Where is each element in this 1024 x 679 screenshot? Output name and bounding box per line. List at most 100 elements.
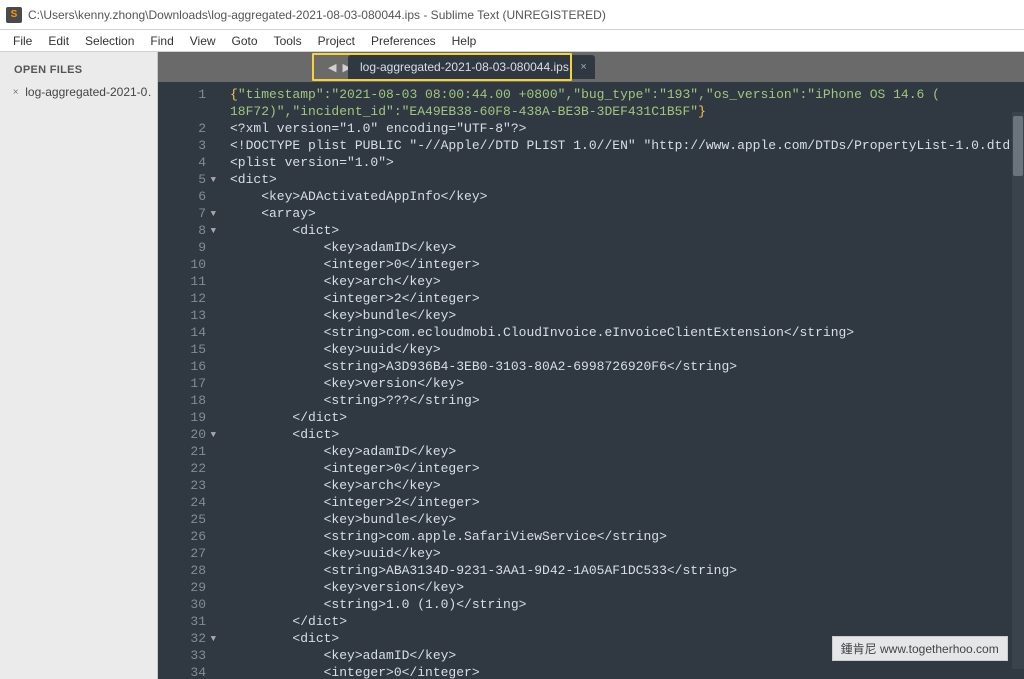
fold-icon[interactable]: ▼ [211, 172, 216, 189]
code-area[interactable]: {"timestamp":"2021-08-03 08:00:44.00 +08… [214, 82, 1024, 679]
code-line[interactable]: <key>uuid</key> [230, 341, 1024, 358]
code-line[interactable]: <dict> [230, 222, 1024, 239]
open-file-label: log-aggregated-2021-0… [25, 85, 151, 99]
code-line[interactable]: </dict> [230, 409, 1024, 426]
line-number: 1 [158, 86, 206, 103]
line-number: 30 [158, 596, 206, 613]
code-line[interactable]: <key>uuid</key> [230, 545, 1024, 562]
menu-selection[interactable]: Selection [78, 32, 141, 50]
code-line[interactable]: <?xml version="1.0" encoding="UTF-8"?> [230, 120, 1024, 137]
menu-find[interactable]: Find [143, 32, 180, 50]
window-title: C:\Users\kenny.zhong\Downloads\log-aggre… [28, 8, 606, 22]
menu-file[interactable]: File [6, 32, 39, 50]
menubar: FileEditSelectionFindViewGotoToolsProjec… [0, 30, 1024, 52]
close-icon[interactable]: × [580, 61, 586, 73]
code-line[interactable]: <key>adamID</key> [230, 443, 1024, 460]
line-number: 24 [158, 494, 206, 511]
code-line[interactable]: <key>bundle</key> [230, 307, 1024, 324]
fold-icon[interactable]: ▼ [211, 631, 216, 648]
code-line[interactable]: <array> [230, 205, 1024, 222]
code-line[interactable]: <dict> [230, 171, 1024, 188]
code-line[interactable]: <key>adamID</key> [230, 239, 1024, 256]
editor-area: ◀ ▶ log-aggregated-2021-08-03-080044.ips… [158, 52, 1024, 679]
line-number-gutter: 12345▼67▼8▼91011121314151617181920▼21222… [158, 82, 214, 679]
line-number: 23 [158, 477, 206, 494]
line-number: 5▼ [158, 171, 206, 188]
line-number: 22 [158, 460, 206, 477]
fold-icon[interactable]: ▼ [211, 206, 216, 223]
line-number: 16 [158, 358, 206, 375]
code-line[interactable]: <key>version</key> [230, 375, 1024, 392]
fold-icon[interactable]: ▼ [211, 223, 216, 240]
code-line[interactable]: <integer>0</integer> [230, 460, 1024, 477]
code-line[interactable]: <key>arch</key> [230, 477, 1024, 494]
tabbar: ◀ ▶ log-aggregated-2021-08-03-080044.ips… [158, 52, 1024, 82]
code-line[interactable]: <integer>2</integer> [230, 494, 1024, 511]
line-number: 12 [158, 290, 206, 307]
line-number: 28 [158, 562, 206, 579]
code-line[interactable]: <plist version="1.0"> [230, 154, 1024, 171]
line-number [158, 103, 206, 120]
file-tab[interactable]: log-aggregated-2021-08-03-080044.ips × [348, 55, 595, 79]
titlebar: S C:\Users\kenny.zhong\Downloads\log-agg… [0, 0, 1024, 30]
code-line[interactable]: <dict> [230, 426, 1024, 443]
open-files-header: OPEN FILES [0, 60, 157, 82]
code-line[interactable]: <integer>2</integer> [230, 290, 1024, 307]
line-number: 31 [158, 613, 206, 630]
code-line[interactable]: <integer>0</integer> [230, 664, 1024, 679]
line-number: 4 [158, 154, 206, 171]
code-line[interactable]: <string>A3D936B4-3EB0-3103-80A2-69987269… [230, 358, 1024, 375]
content-area: OPEN FILES × log-aggregated-2021-0… ◀ ▶ … [0, 52, 1024, 679]
vertical-scrollbar[interactable] [1012, 112, 1024, 669]
line-number: 19 [158, 409, 206, 426]
code-line[interactable]: <string>com.apple.SafariViewService</str… [230, 528, 1024, 545]
tab-nav-prev-icon[interactable]: ◀ [328, 61, 336, 74]
open-file-item[interactable]: × log-aggregated-2021-0… [0, 82, 157, 102]
line-number: 18 [158, 392, 206, 409]
code-line[interactable]: 18F72)","incident_id":"EA49EB38-60F8-438… [230, 103, 1024, 120]
menu-goto[interactable]: Goto [225, 32, 265, 50]
line-number: 11 [158, 273, 206, 290]
line-number: 14 [158, 324, 206, 341]
code-line[interactable]: </dict> [230, 613, 1024, 630]
sidebar: OPEN FILES × log-aggregated-2021-0… [0, 52, 158, 679]
line-number: 26 [158, 528, 206, 545]
watermark-label: 鍾肯尼 www.togetherhoo.com [832, 636, 1008, 661]
code-line[interactable]: {"timestamp":"2021-08-03 08:00:44.00 +08… [230, 86, 1024, 103]
code-line[interactable]: <string>1.0 (1.0)</string> [230, 596, 1024, 613]
line-number: 2 [158, 120, 206, 137]
line-number: 25 [158, 511, 206, 528]
line-number: 21 [158, 443, 206, 460]
line-number: 33 [158, 647, 206, 664]
line-number: 3 [158, 137, 206, 154]
menu-tools[interactable]: Tools [267, 32, 309, 50]
code-line[interactable]: <integer>0</integer> [230, 256, 1024, 273]
code-line[interactable]: <!DOCTYPE plist PUBLIC "-//Apple//DTD PL… [230, 137, 1024, 154]
line-number: 10 [158, 256, 206, 273]
code-line[interactable]: <key>arch</key> [230, 273, 1024, 290]
line-number: 13 [158, 307, 206, 324]
menu-project[interactable]: Project [311, 32, 362, 50]
close-icon[interactable]: × [10, 87, 21, 98]
code-line[interactable]: <key>bundle</key> [230, 511, 1024, 528]
line-number: 32▼ [158, 630, 206, 647]
code-line[interactable]: <string>???</string> [230, 392, 1024, 409]
scroll-thumb[interactable] [1013, 116, 1023, 176]
line-number: 7▼ [158, 205, 206, 222]
tab-label: log-aggregated-2021-08-03-080044.ips [360, 60, 569, 74]
code-line[interactable]: <key>version</key> [230, 579, 1024, 596]
fold-icon[interactable]: ▼ [211, 427, 216, 444]
menu-edit[interactable]: Edit [41, 32, 76, 50]
menu-preferences[interactable]: Preferences [364, 32, 443, 50]
menu-view[interactable]: View [183, 32, 223, 50]
code-line[interactable]: <string>com.ecloudmobi.CloudInvoice.eInv… [230, 324, 1024, 341]
code-line[interactable]: <string>ABA3134D-9231-3AA1-9D42-1A05AF1D… [230, 562, 1024, 579]
line-number: 29 [158, 579, 206, 596]
line-number: 6 [158, 188, 206, 205]
line-number: 20▼ [158, 426, 206, 443]
line-number: 15 [158, 341, 206, 358]
menu-help[interactable]: Help [445, 32, 484, 50]
code-wrap: 12345▼67▼8▼91011121314151617181920▼21222… [158, 82, 1024, 679]
line-number: 34 [158, 664, 206, 679]
code-line[interactable]: <key>ADActivatedAppInfo</key> [230, 188, 1024, 205]
